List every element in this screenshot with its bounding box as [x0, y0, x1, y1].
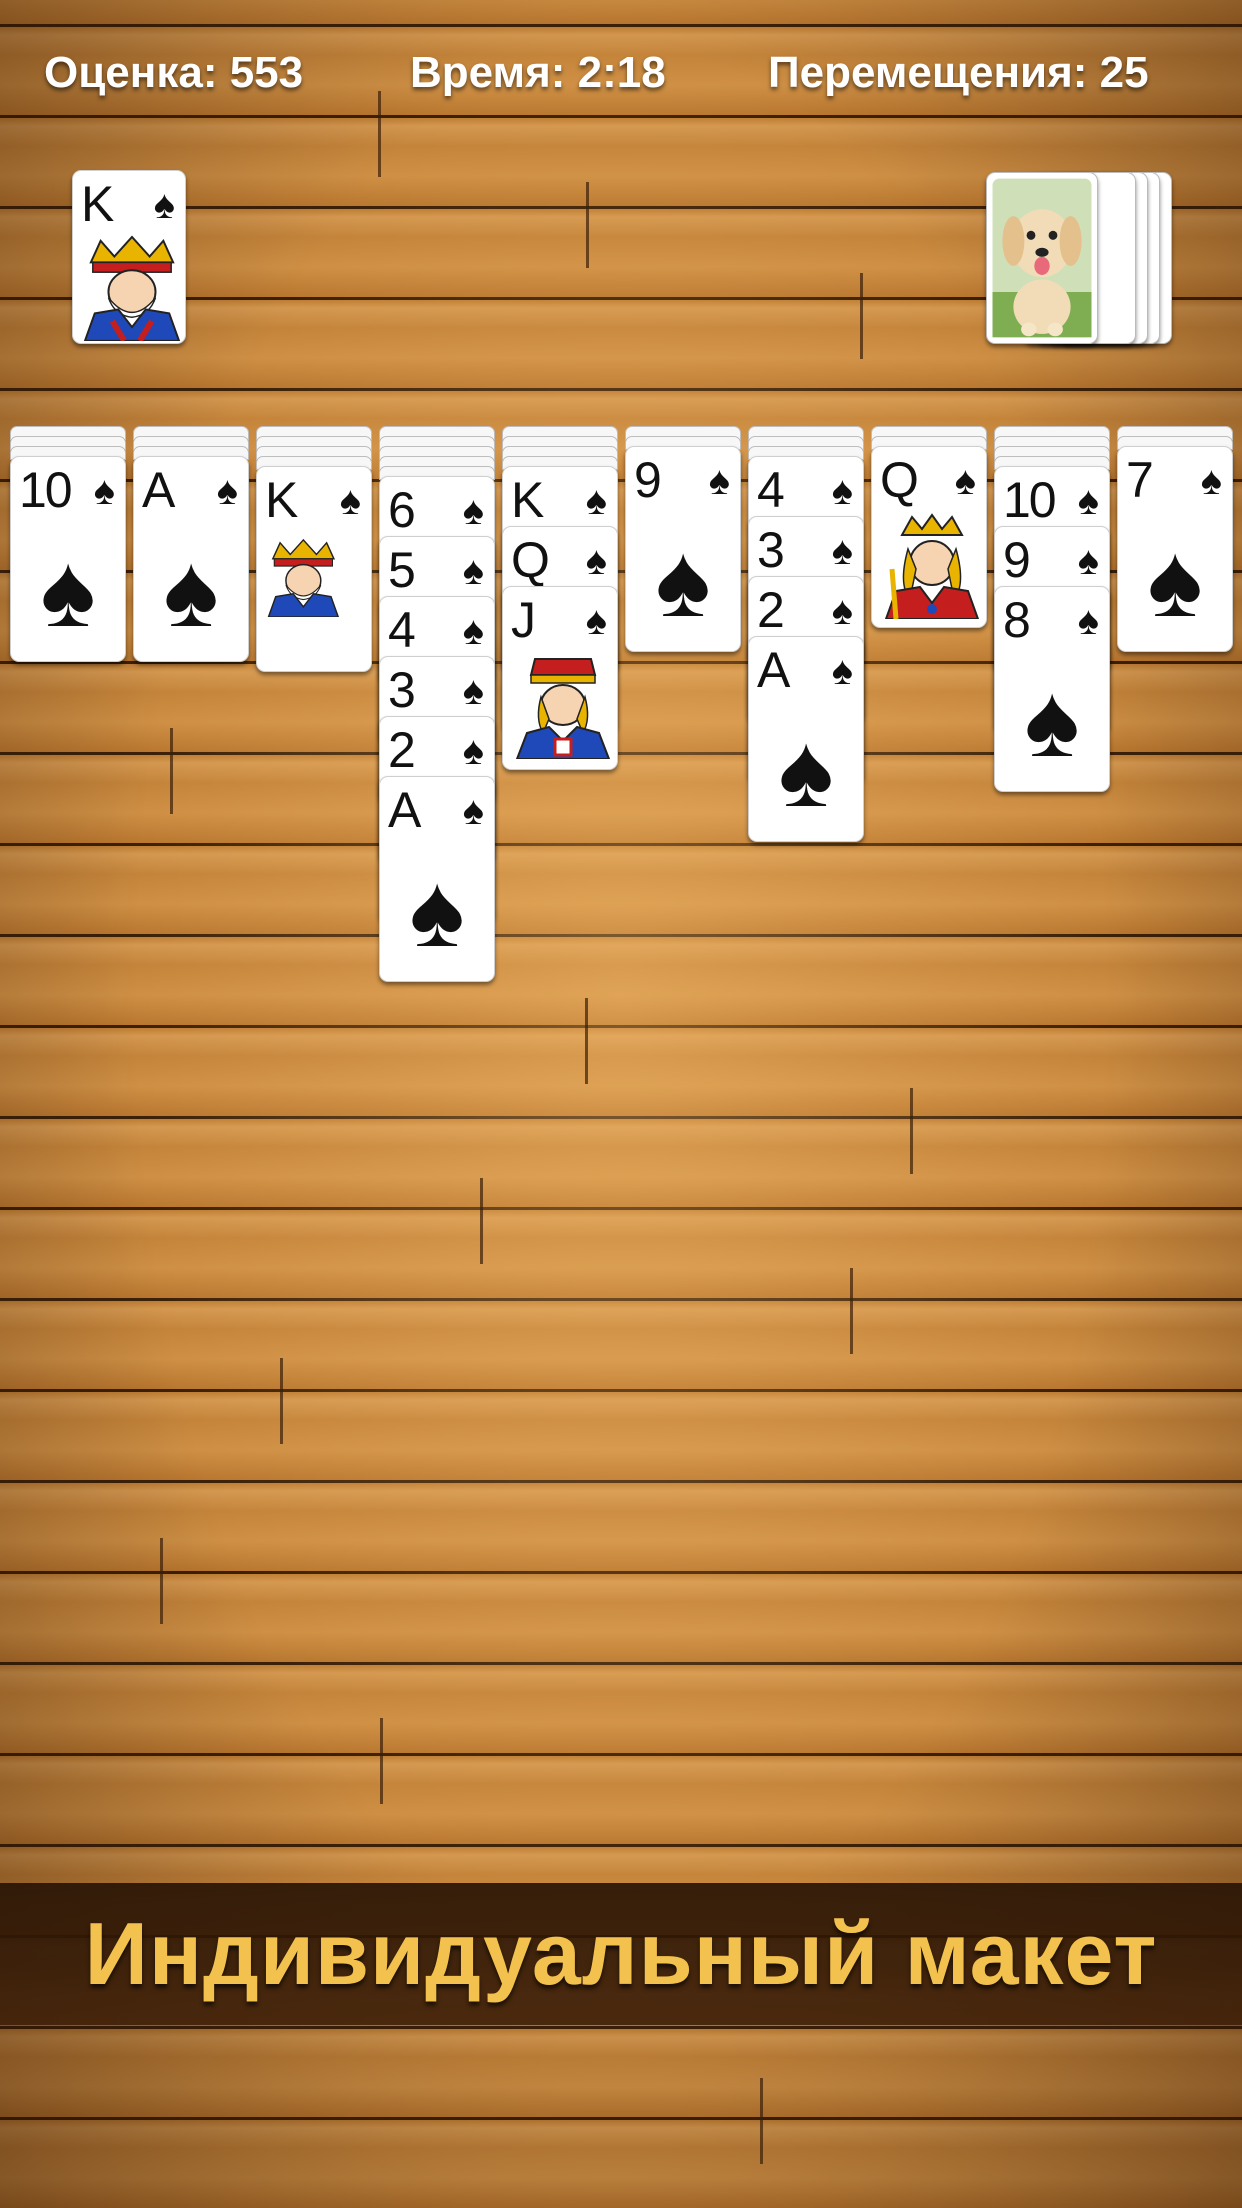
spade-icon: ♠ — [708, 459, 730, 503]
card-rank: Q — [511, 532, 550, 588]
score-label: Оценка: 553 — [44, 48, 304, 97]
card-rank: 4 — [757, 462, 785, 518]
card-rank: K — [511, 472, 544, 528]
spade-icon: ♠ — [1024, 663, 1080, 779]
moves-label: Перемещения: 25 — [768, 48, 1149, 97]
spade-icon: ♠ — [40, 533, 96, 649]
spade-icon: ♠ — [93, 469, 115, 513]
spade-icon: ♠ — [163, 533, 219, 649]
card-rank: 7 — [1126, 452, 1154, 508]
card-rank: 2 — [388, 722, 416, 778]
spade-icon: ♠ — [778, 713, 834, 829]
spade-icon: ♠ — [462, 729, 484, 773]
spade-icon: ♠ — [462, 789, 484, 833]
foundation-king-card: K ♠ — [72, 170, 186, 344]
card-10-spades[interactable]: 10 ♠ ♠ — [10, 456, 126, 662]
spade-icon: ♠ — [409, 853, 465, 969]
spade-icon: ♠ — [655, 523, 711, 639]
card-rank: 10 — [19, 462, 73, 518]
spade-icon: ♠ — [462, 549, 484, 593]
spade-icon: ♠ — [462, 669, 484, 713]
spade-icon: ♠ — [831, 469, 853, 513]
card-rank: K — [265, 472, 298, 528]
king-face-icon — [267, 538, 340, 617]
spade-icon: ♠ — [585, 479, 607, 523]
puppy-icon — [992, 178, 1092, 338]
spade-icon: ♠ — [1077, 599, 1099, 643]
card-rank: J — [511, 592, 536, 648]
spade-icon: ♠ — [1200, 459, 1222, 503]
queen-face-icon — [884, 513, 980, 619]
card-rank: 10 — [1003, 472, 1057, 528]
spade-icon: ♠ — [216, 469, 238, 513]
spade-icon: ♠ — [585, 539, 607, 583]
card-ace-spades[interactable]: A ♠ ♠ — [379, 776, 495, 982]
card-rank: 9 — [1003, 532, 1031, 588]
card-queen-spades[interactable]: Q ♠ — [871, 446, 987, 628]
card-jack-spades[interactable]: J ♠ — [502, 586, 618, 770]
card-rank: 9 — [634, 452, 662, 508]
card-7-spades[interactable]: 7 ♠ ♠ — [1117, 446, 1233, 652]
card-rank: 8 — [1003, 592, 1031, 648]
spade-icon: ♠ — [1147, 523, 1203, 639]
jack-face-icon — [515, 658, 611, 759]
card-rank: 4 — [388, 602, 416, 658]
spade-icon: ♠ — [1077, 539, 1099, 583]
stock-pile-top-card[interactable] — [986, 172, 1098, 344]
spade-icon: ♠ — [831, 529, 853, 573]
spade-icon: ♠ — [462, 489, 484, 533]
spade-icon: ♠ — [153, 183, 175, 227]
king-face-icon — [83, 235, 181, 341]
card-rank: 2 — [757, 582, 785, 638]
card-king-spades[interactable]: K ♠ — [256, 466, 372, 672]
card-rank: A — [388, 782, 421, 838]
card-9-spades[interactable]: 9 ♠ ♠ — [625, 446, 741, 652]
card-rank: 3 — [757, 522, 785, 578]
spade-icon: ♠ — [954, 459, 976, 503]
promo-banner-text: Индивидуальный макет — [84, 1904, 1158, 2003]
spade-icon: ♠ — [339, 479, 361, 523]
spade-icon: ♠ — [1077, 479, 1099, 523]
spade-icon: ♠ — [831, 589, 853, 633]
spade-icon: ♠ — [585, 599, 607, 643]
card-rank: 3 — [388, 662, 416, 718]
card-rank: 5 — [388, 542, 416, 598]
spade-icon: ♠ — [462, 609, 484, 653]
card-rank: A — [142, 462, 175, 518]
time-label: Время: 2:18 — [410, 48, 666, 97]
promo-banner: Индивидуальный макет — [0, 1883, 1242, 2025]
card-8-spades[interactable]: 8 ♠ ♠ — [994, 586, 1110, 792]
card-ace-spades[interactable]: A ♠ ♠ — [748, 636, 864, 842]
card-rank: 6 — [388, 482, 416, 538]
spade-icon: ♠ — [831, 649, 853, 693]
card-rank: A — [757, 642, 790, 698]
card-rank: Q — [880, 452, 919, 508]
card-ace-spades[interactable]: A ♠ ♠ — [133, 456, 249, 662]
card-rank: K — [81, 176, 114, 232]
